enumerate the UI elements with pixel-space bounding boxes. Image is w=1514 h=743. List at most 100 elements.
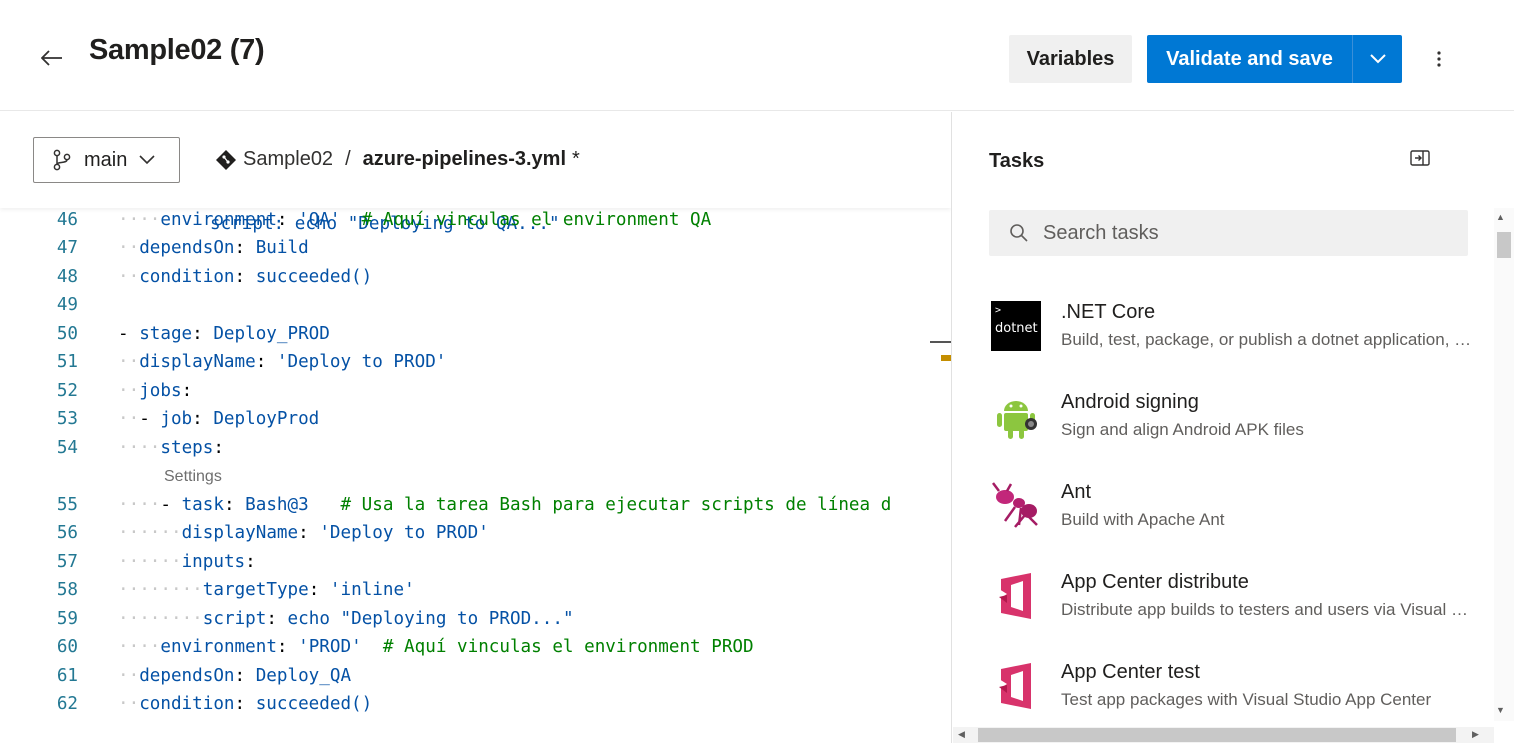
line-number: 57 [56,552,78,572]
code-line-text: condition: succeeded() [139,694,373,714]
dotnet-icon: > dotnet [991,301,1041,351]
indent-whitespace: ·· [118,438,140,458]
settings-code-lens[interactable]: Settings [164,468,222,486]
dotnet-icon-text: dotnet [995,321,1038,336]
unsaved-marker: * [572,148,580,170]
code-line: 47 ·· dependsOn: Build [0,238,951,266]
code-line: 62 ·· condition: succeeded() [0,694,951,722]
breadcrumb-repo[interactable]: Sample02 [243,148,333,171]
horizontal-scroll-thumb[interactable] [978,728,1456,742]
indent-whitespace: ·· [139,210,161,230]
more-vertical-icon [1437,51,1441,67]
indent-whitespace: ·· [139,523,161,543]
code-line: 61 ·· dependsOn: Deploy_QA [0,666,951,694]
save-options-dropdown[interactable] [1353,35,1402,83]
panel-collapse-icon [1410,150,1430,166]
code-line-text: jobs: [139,381,193,401]
line-number: 60 [56,637,78,657]
indent-whitespace: ·· [118,495,140,515]
variables-button[interactable]: Variables [1009,35,1132,83]
scroll-left-arrow-icon[interactable]: ◀ [958,729,965,740]
line-number: 61 [56,666,78,686]
app-center-icon [991,661,1041,711]
task-item[interactable]: Android signing Sign and align Android AP… [989,391,1474,475]
ant-icon [991,481,1041,531]
code-line: 60 ·· ·· environment: 'PROD' # Aquí vincula… [0,637,951,665]
tasks-scroll-thumb[interactable] [1497,232,1511,258]
line-number: 50 [56,324,78,344]
tasks-panel: Tasks > dotnet .NET Core Build, test, packa… [951,112,1514,743]
chevron-down-icon [139,155,155,165]
task-description: Distribute app builds to testers and use… [1061,600,1473,619]
indent-whitespace: ·· [118,523,140,543]
code-line: 55 ·· ·· - task: Bash@3 # Usa la tarea Bash… [0,495,951,523]
task-name: Ant [1061,481,1092,503]
task-name: Android signing [1061,391,1199,413]
indent-whitespace: ·· [118,694,140,714]
task-item[interactable]: App Center distribute Distribute app buil… [989,571,1474,655]
chevron-down-icon [1369,54,1386,64]
task-description: Build with Apache Ant [1061,510,1225,529]
code-line-text: - job: DeployProd [139,409,320,429]
code-line: 59 ·· ·· ·· ·· script: echo "Deploying to PRO… [0,609,951,637]
line-number: 55 [56,495,78,515]
code-editor[interactable]: script: echo "Deploying to QA..." 46 ·· ··… [0,197,951,743]
more-actions-button[interactable] [1425,44,1453,74]
file-breadcrumb: Sample02 / azure-pipelines-3.yml * [215,148,580,171]
line-number: 54 [56,438,78,458]
overview-ruler-cursor [930,341,951,343]
indent-whitespace: ·· [139,438,161,458]
code-line-text: displayName: 'Deploy to PROD' [181,523,489,543]
scroll-up-arrow-icon[interactable]: ▲ [1496,212,1505,222]
scroll-down-arrow-icon[interactable]: ▼ [1496,705,1505,715]
back-button[interactable] [36,42,68,74]
task-description: Sign and align Android APK files [1061,420,1304,439]
code-line: 58 ·· ·· ·· ·· targetType: 'inline' [0,580,951,608]
app-center-icon [991,571,1041,621]
indent-whitespace: ·· [139,495,161,515]
indent-whitespace: ·· [160,552,182,572]
line-number: 47 [56,238,78,258]
code-line-text: script: echo "Deploying to PROD..." [202,609,574,629]
code-line-text: - task: Bash@3 # Usa la tarea Bash para … [160,495,892,515]
line-number: 58 [56,580,78,600]
code-line: 51 ·· displayName: 'Deploy to PROD' [0,352,951,380]
validate-and-save-button[interactable]: Validate and save [1147,35,1352,83]
breadcrumb-separator: / [345,148,351,170]
collapse-panel-button[interactable] [1410,150,1432,172]
code-line-text: inputs: [181,552,256,572]
code-line: 52 ·· jobs: [0,381,951,409]
code-line-text: targetType: 'inline' [202,580,415,600]
task-item[interactable]: > dotnet .NET Core Build, test, package, or… [989,301,1474,385]
indent-whitespace: ·· [139,609,161,629]
line-number: 49 [56,295,78,315]
code-line: 53 ·· - job: DeployProd [0,409,951,437]
branch-icon [53,149,71,171]
indent-whitespace: ·· [118,666,140,686]
indent-whitespace: ·· [139,552,161,572]
branch-selector[interactable]: main [33,137,180,183]
branch-name: main [84,148,128,171]
tasks-vertical-scrollbar[interactable] [1494,208,1514,721]
arrow-left-icon [41,50,62,66]
code-line-text: environment: 'PROD' # Aquí vinculas el e… [160,637,754,657]
indent-whitespace: ·· [139,580,161,600]
indent-whitespace: ·· [181,609,203,629]
page-title: Sample02 (7) [89,34,265,66]
indent-whitespace: ·· [160,523,182,543]
git-repo-icon [216,149,236,170]
search-tasks-input[interactable] [1043,221,1443,245]
code-line: 56 ·· ·· ·· displayName: 'Deploy to PROD' [0,523,951,551]
indent-whitespace: ·· [118,552,140,572]
task-description: Test app packages with Visual Studio App… [1061,690,1432,709]
line-number: 48 [56,267,78,287]
scroll-right-arrow-icon[interactable]: ▶ [1472,729,1479,740]
code-line: 46 ·· ·· environment: 'QA' # Aquí vinculas … [0,210,951,238]
code-line: 49 [0,295,951,323]
indent-whitespace: ·· [118,580,140,600]
line-number: 62 [56,694,78,714]
line-number: 46 [56,210,78,230]
task-item[interactable]: Ant Build with Apache Ant [989,481,1474,565]
code-line-text: dependsOn: Build [139,238,309,258]
search-tasks-field[interactable] [989,210,1468,256]
